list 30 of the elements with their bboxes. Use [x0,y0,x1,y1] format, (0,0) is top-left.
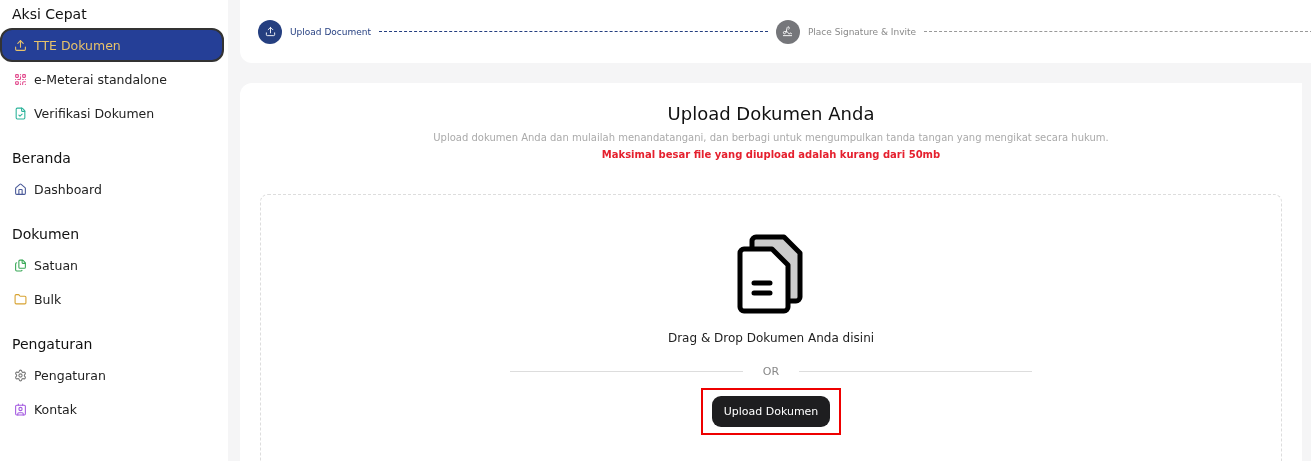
sidebar-item[interactable]: Verifikasi Dokumen [0,96,224,130]
upload-subtitle: Upload dokumen Anda dan mulailah menandatangani, dan berbagi untuk mengumpulkan tanda tangan yang mengikat secara hukum. [433,132,1109,143]
file-size-warning: Maksimal besar file yang diupload adalah kurang dari 50mb [601,149,941,160]
sidebar-item[interactable]: Pengaturan [0,358,224,392]
sidebar-item[interactable]: Dashboard [0,172,224,206]
documents-icon [14,258,27,272]
section-title: Pengaturan [11,336,94,352]
or-divider-text: OR [762,365,780,378]
folder-icon [14,292,27,306]
drop-instruction: Drag & Drop Dokumen Anda disini [667,331,875,345]
upload-title: Upload Dokumen Anda [667,103,875,124]
upload-icon [14,38,27,52]
sidebar-item[interactable]: Satuan [0,248,224,282]
sidebar-item[interactable]: TTE Dokumen [0,28,224,62]
step-label: Upload Document [290,26,372,37]
section-title: Beranda [11,150,72,166]
documents-icon [736,233,806,315]
settings-icon [14,368,27,382]
document-icon [14,106,27,120]
upload-button[interactable]: Upload Dokumen [711,396,831,427]
drop-zone[interactable]: Drag & Drop Dokumen Anda disini OR Upload Dokumen [260,194,1282,461]
section-title: Aksi Cepat [11,6,88,22]
sidebar-item[interactable]: Bulk [0,282,224,316]
sidebar-item[interactable]: Kontak [0,392,224,426]
contact-card-icon [14,402,27,416]
section-title: Dokumen [11,226,81,242]
home-icon [14,182,27,196]
step-label: Place Signature & Invite [807,26,917,37]
sidebar-item[interactable]: e-Meterai standalone [0,62,224,96]
qr-code-icon [14,72,27,86]
